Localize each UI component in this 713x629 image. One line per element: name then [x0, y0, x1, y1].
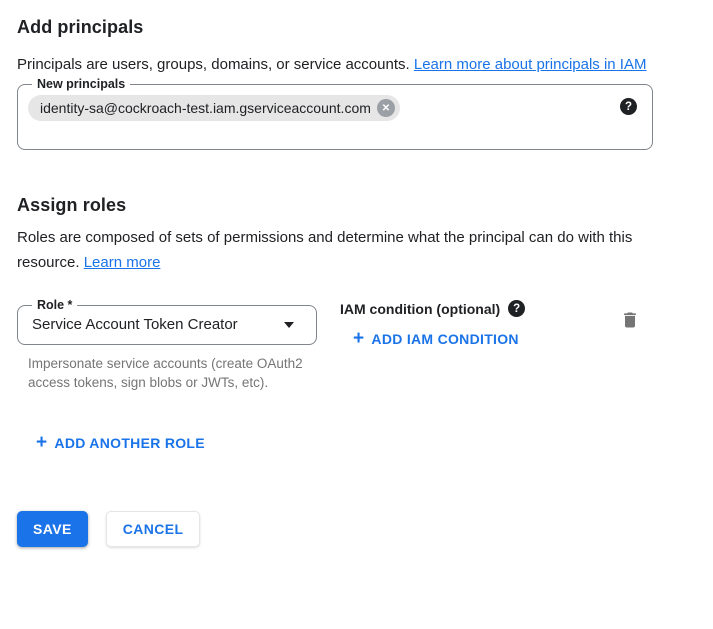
- chip-remove-icon[interactable]: ✕: [377, 99, 395, 117]
- principal-chip-text: identity-sa@cockroach-test.iam.gservicea…: [40, 100, 371, 116]
- add-iam-condition-label: ADD IAM CONDITION: [371, 331, 518, 347]
- iam-condition-label: IAM condition (optional): [340, 301, 500, 317]
- role-value-row: Service Account Token Creator: [28, 312, 306, 333]
- assign-roles-title: Assign roles: [17, 192, 696, 218]
- principals-help-icon[interactable]: ?: [620, 98, 637, 115]
- delete-icon: [620, 310, 640, 330]
- dropdown-caret-icon: [284, 322, 294, 328]
- plus-icon: +: [36, 435, 47, 451]
- principals-chip-row: identity-sa@cockroach-test.iam.gservicea…: [28, 91, 642, 121]
- delete-role-button[interactable]: [620, 310, 640, 333]
- new-principals-field[interactable]: New principals identity-sa@cockroach-tes…: [17, 77, 653, 150]
- add-principals-panel: Add principals Principals are users, gro…: [0, 0, 713, 547]
- role-select[interactable]: Role * Service Account Token Creator: [17, 298, 317, 345]
- add-another-role-label: ADD ANOTHER ROLE: [54, 435, 205, 451]
- plus-icon: +: [353, 331, 364, 347]
- page-title: Add principals: [17, 15, 696, 39]
- cancel-button[interactable]: CANCEL: [106, 511, 201, 547]
- learn-more-principals-link[interactable]: Learn more about principals in IAM: [414, 56, 647, 73]
- iam-condition-help-icon[interactable]: ?: [508, 300, 525, 317]
- principal-chip[interactable]: identity-sa@cockroach-test.iam.gservicea…: [28, 95, 400, 121]
- role-helper-text: Impersonate service accounts (create OAu…: [28, 354, 316, 392]
- add-iam-condition-button[interactable]: + ADD IAM CONDITION: [353, 331, 519, 347]
- principals-description-text: Principals are users, groups, domains, o…: [17, 56, 410, 73]
- iam-condition-label-row: IAM condition (optional) ?: [340, 300, 525, 317]
- save-button[interactable]: SAVE: [17, 511, 88, 547]
- principals-description: Principals are users, groups, domains, o…: [17, 52, 672, 77]
- new-principals-label: New principals: [32, 77, 130, 91]
- actions-row: SAVE CANCEL: [17, 511, 696, 547]
- iam-condition-column: IAM condition (optional) ? + ADD IAM CON…: [340, 298, 525, 349]
- learn-more-roles-link[interactable]: Learn more: [84, 254, 161, 271]
- role-row: Role * Service Account Token Creator Imp…: [17, 298, 696, 392]
- roles-description: Roles are composed of sets of permission…: [17, 225, 665, 275]
- role-column: Role * Service Account Token Creator Imp…: [17, 298, 318, 392]
- role-select-label: Role *: [32, 298, 77, 312]
- role-selected-value: Service Account Token Creator: [32, 316, 284, 333]
- add-another-role-button[interactable]: + ADD ANOTHER ROLE: [36, 435, 205, 451]
